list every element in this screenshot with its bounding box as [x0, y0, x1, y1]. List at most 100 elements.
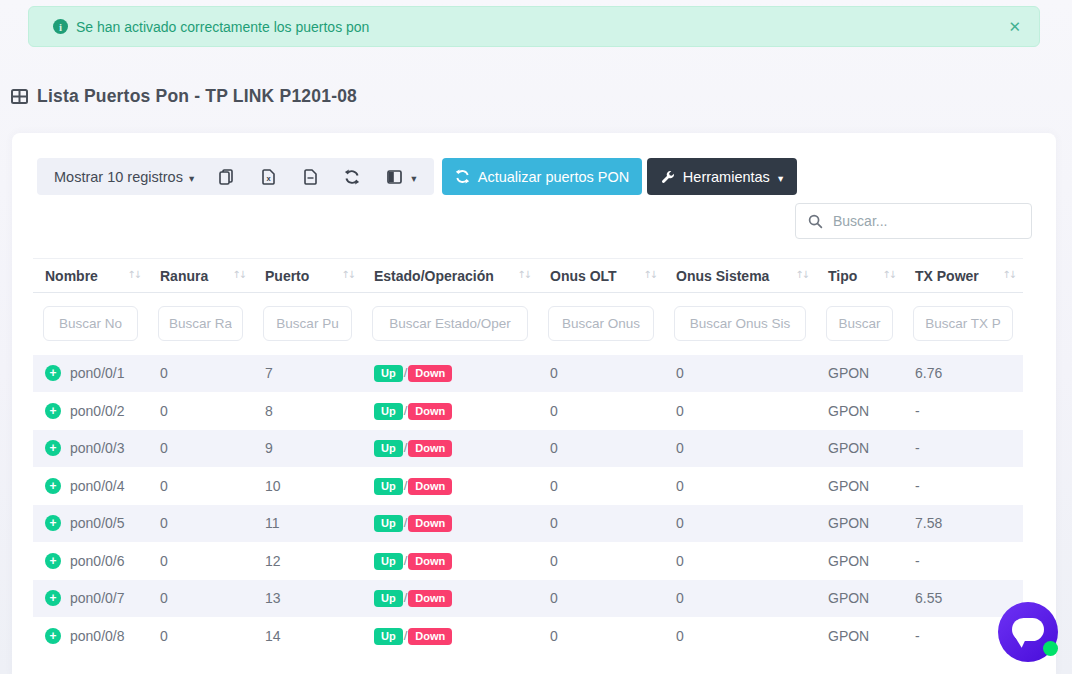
expand-row-icon[interactable]: + — [45, 553, 61, 569]
alert-close-icon[interactable]: ✕ — [1008, 18, 1021, 36]
filter-input-tx-power[interactable] — [913, 306, 1013, 341]
port-name: pon0/0/8 — [70, 628, 125, 644]
search-icon — [808, 214, 823, 229]
cell-onus-olt: 0 — [538, 505, 664, 543]
expand-row-icon[interactable]: + — [45, 403, 61, 419]
columns-icon[interactable] — [386, 170, 402, 184]
port-name: pon0/0/3 — [70, 440, 125, 456]
status-down-badge: Down — [408, 553, 452, 570]
column-header-nombre[interactable]: Nombre ↑↓ — [33, 259, 148, 293]
port-name: pon0/0/6 — [70, 553, 125, 569]
table-header-row: Nombre↑↓Ranura↑↓Puerto↑↓Estado/Operación… — [33, 259, 1023, 293]
sort-icon[interactable]: ↑↓ — [882, 269, 895, 280]
filter-input-ranura[interactable] — [158, 306, 243, 341]
table-row: +pon0/0/208Up/Down00GPON- — [33, 392, 1023, 430]
sort-icon[interactable]: ↑↓ — [795, 269, 808, 280]
slash-separator: / — [404, 590, 408, 605]
cell-tipo: GPON — [816, 505, 903, 543]
search-input[interactable] — [833, 213, 1019, 229]
filter-input-tipo[interactable] — [826, 306, 893, 341]
alert-text: Se han activado correctamente los puerto… — [76, 19, 369, 35]
cell-onus-sistema: 0 — [664, 617, 816, 655]
table-row: +pon0/0/5011Up/Down00GPON7.58 — [33, 505, 1023, 543]
filter-input-onus-sistema[interactable] — [674, 306, 806, 341]
column-header-tipo[interactable]: Tipo↑↓ — [816, 259, 903, 293]
sort-icon[interactable]: ↑↓ — [341, 269, 354, 280]
column-header-tx-power[interactable]: TX Power↑↓ — [903, 259, 1023, 293]
column-header-puerto[interactable]: Puerto↑↓ — [253, 259, 362, 293]
chevron-down-icon: ▾ — [189, 172, 194, 184]
info-icon: i — [53, 19, 68, 34]
expand-row-icon[interactable]: + — [45, 590, 61, 606]
status-down-badge: Down — [408, 628, 452, 645]
column-header-estado-operaci-n[interactable]: Estado/Operación ↑↓ — [362, 259, 538, 293]
sort-icon[interactable]: ↑↓ — [517, 269, 530, 280]
cell-ranura: 0 — [148, 617, 253, 655]
cell-tx-power: - — [903, 467, 1023, 505]
cell-tx-power: - — [903, 542, 1023, 580]
expand-row-icon[interactable]: + — [45, 365, 61, 381]
export-file-icon[interactable] — [302, 169, 318, 185]
cell-tipo: GPON — [816, 617, 903, 655]
sort-icon[interactable]: ↑↓ — [127, 269, 140, 280]
show-entries-select[interactable]: Mostrar 10 registros — [54, 169, 183, 185]
column-label: Nombre — [45, 268, 98, 284]
status-up-badge: Up — [374, 515, 403, 532]
chat-bubble-tail — [1012, 636, 1026, 649]
success-alert: i Se han activado correctamente los puer… — [28, 6, 1040, 47]
cell-ranura: 0 — [148, 430, 253, 468]
herramientas-button[interactable]: Herramientas ▾ — [647, 158, 797, 195]
cell-onus-olt: 0 — [538, 392, 664, 430]
sort-icon[interactable]: ↑↓ — [232, 269, 245, 280]
wrench-icon — [661, 170, 675, 184]
search-container — [795, 203, 1032, 239]
cell-ranura: 0 — [148, 542, 253, 580]
export-excel-icon[interactable]: x — [260, 169, 276, 185]
port-name: pon0/0/1 — [70, 365, 125, 381]
cell-puerto: 10 — [253, 467, 362, 505]
cell-puerto: 12 — [253, 542, 362, 580]
column-label: Onus OLT — [550, 268, 617, 284]
cell-onus-olt: 0 — [538, 430, 664, 468]
cell-puerto: 14 — [253, 617, 362, 655]
cell-onus-sistema: 0 — [664, 505, 816, 543]
status-down-badge: Down — [408, 365, 452, 382]
cell-ranura: 0 — [148, 355, 253, 393]
status-down-badge: Down — [408, 590, 452, 607]
sort-icon[interactable]: ↑↓ — [643, 269, 656, 280]
slash-separator: / — [404, 553, 408, 568]
slash-separator: / — [404, 403, 408, 418]
column-header-ranura[interactable]: Ranura↑↓ — [148, 259, 253, 293]
table-row: +pon0/0/309Up/Down00GPON- — [33, 430, 1023, 468]
expand-row-icon[interactable]: + — [45, 628, 61, 644]
status-up-badge: Up — [374, 628, 403, 645]
status-down-badge: Down — [408, 478, 452, 495]
column-label: Onus Sistema — [676, 268, 769, 284]
expand-row-icon[interactable]: + — [45, 478, 61, 494]
copy-icon[interactable] — [218, 169, 234, 185]
column-label: Estado/Operación — [374, 268, 494, 284]
chevron-down-icon: ▾ — [411, 172, 416, 184]
cell-puerto: 7 — [253, 355, 362, 393]
column-header-onus-olt[interactable]: Onus OLT ↑↓ — [538, 259, 664, 293]
filter-input-puerto[interactable] — [263, 306, 352, 341]
pon-ports-table: Nombre↑↓Ranura↑↓Puerto↑↓Estado/Operación… — [33, 258, 1023, 655]
sort-icon[interactable]: ↑↓ — [1002, 269, 1015, 280]
port-name: pon0/0/2 — [70, 403, 125, 419]
expand-row-icon[interactable]: + — [45, 440, 61, 456]
cell-tipo: GPON — [816, 392, 903, 430]
status-up-badge: Up — [374, 403, 403, 420]
actualizar-puertos-button[interactable]: Actualizar puertos PON — [442, 158, 642, 195]
slash-separator: / — [404, 515, 408, 530]
refresh-icon[interactable] — [344, 169, 360, 185]
table-row: +pon0/0/107Up/Down00GPON6.76 — [33, 355, 1023, 393]
filter-input-onus-olt[interactable] — [548, 306, 654, 341]
status-up-badge: Up — [374, 553, 403, 570]
column-header-onus-sistema[interactable]: Onus Sistema ↑↓ — [664, 259, 816, 293]
cell-onus-olt: 0 — [538, 542, 664, 580]
filter-input-nombre[interactable] — [43, 306, 138, 341]
cell-onus-olt: 0 — [538, 355, 664, 393]
filter-input-estado-operaci-n[interactable] — [372, 306, 528, 341]
cell-tipo: GPON — [816, 467, 903, 505]
expand-row-icon[interactable]: + — [45, 515, 61, 531]
